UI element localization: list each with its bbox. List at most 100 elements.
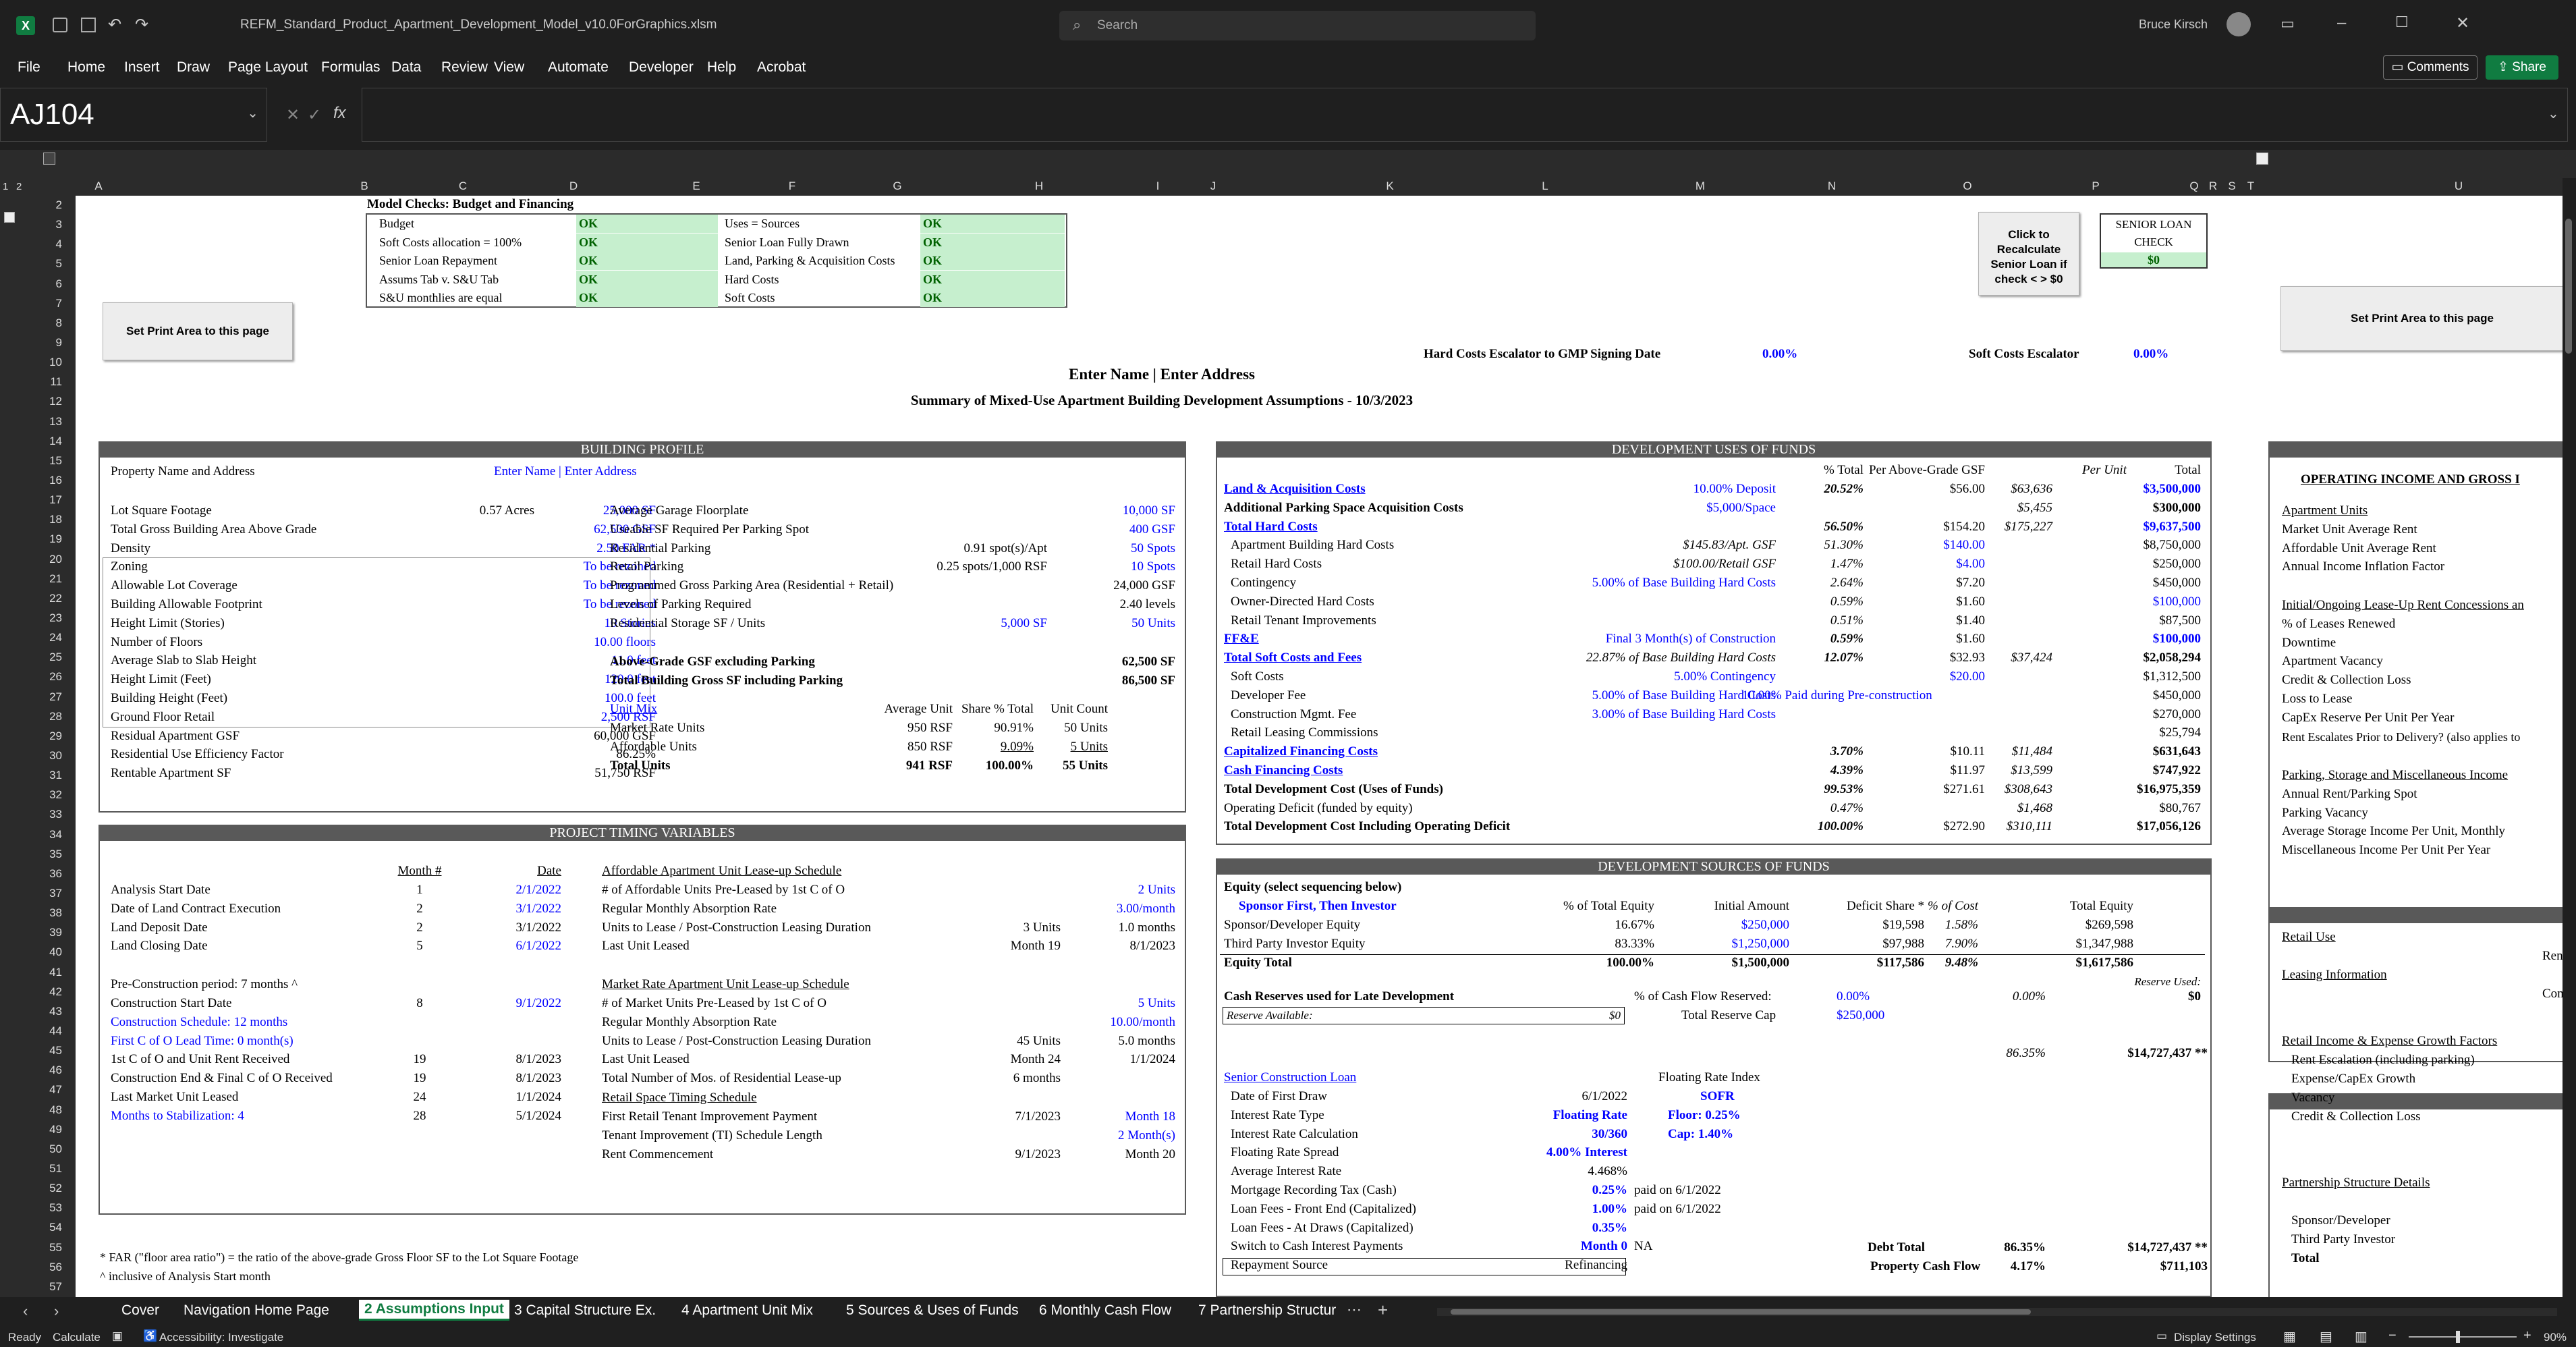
outline-level-1[interactable]: 1 — [3, 181, 8, 192]
zoom-out-icon[interactable]: − — [2388, 1328, 2397, 1344]
row-header-41[interactable]: 41 — [0, 966, 62, 979]
row-header-2[interactable]: 2 — [0, 198, 62, 212]
row-header-31[interactable]: 31 — [0, 769, 62, 782]
row-header-4[interactable]: 4 — [0, 238, 62, 251]
bp-r-value[interactable]: 50 Units — [980, 616, 1175, 631]
close-icon[interactable]: ✕ — [2456, 13, 2469, 33]
bp-r-value[interactable]: 10 Spots — [980, 559, 1175, 574]
menu-file[interactable]: File — [18, 59, 40, 76]
row-header-8[interactable]: 8 — [0, 317, 62, 330]
share-button[interactable]: ⇪ Share — [2486, 55, 2558, 80]
uses-basis[interactable]: 5.00% of Base Building Hard Costs — [1492, 688, 1776, 703]
row-header-18[interactable]: 18 — [0, 513, 62, 526]
row-header-35[interactable]: 35 — [0, 848, 62, 861]
col-header-O[interactable]: O — [1920, 180, 2015, 193]
row-header-23[interactable]: 23 — [0, 611, 62, 625]
timing-date[interactable]: 9/1/2022 — [480, 996, 561, 1011]
zoom-in-icon[interactable]: + — [2523, 1328, 2531, 1344]
uses-total[interactable]: $100,000 — [2046, 632, 2201, 647]
col-header-U[interactable]: U — [2438, 180, 2479, 193]
uses-basis[interactable]: $5,000/Space — [1492, 501, 1776, 516]
display-settings[interactable]: Display Settings — [2174, 1331, 2256, 1344]
worksheet-grid[interactable]: Model Checks: Budget and Financing Budge… — [76, 196, 2563, 1297]
page-break-icon[interactable]: ▥ — [2355, 1328, 2368, 1345]
row-header-43[interactable]: 43 — [0, 1005, 62, 1018]
maximize-icon[interactable]: ☐ — [2395, 13, 2409, 31]
row-header-24[interactable]: 24 — [0, 631, 62, 644]
redo-icon[interactable]: ↷ — [135, 15, 148, 34]
row-header-27[interactable]: 27 — [0, 690, 62, 704]
row-header-36[interactable]: 36 — [0, 867, 62, 881]
outline-collapse-button[interactable] — [43, 153, 55, 165]
bp-r-value[interactable]: 400 GSF — [980, 522, 1175, 537]
col-header-A[interactable]: A — [78, 180, 119, 193]
col-header-P[interactable]: P — [2048, 180, 2143, 193]
horizontal-scroll-thumb[interactable] — [1451, 1309, 2031, 1315]
comments-button[interactable]: ▭ Comments — [2383, 55, 2477, 80]
more-tabs-icon[interactable]: ⋯ — [1347, 1301, 1362, 1319]
col-header-S[interactable]: S — [2224, 180, 2240, 193]
row-header-14[interactable]: 14 — [0, 435, 62, 448]
bp-r-value[interactable]: 50 Spots — [980, 541, 1175, 556]
row-header-29[interactable]: 29 — [0, 730, 62, 743]
loan-value[interactable]: 0.35% — [1513, 1221, 1627, 1236]
row-header-40[interactable]: 40 — [0, 945, 62, 959]
row-header-45[interactable]: 45 — [0, 1044, 62, 1057]
enter-icon[interactable]: ✓ — [308, 105, 321, 125]
outline-minus-button[interactable] — [4, 212, 15, 223]
loan-value[interactable]: Month 0 — [1513, 1239, 1627, 1254]
outline-level-2[interactable]: 2 — [16, 181, 22, 192]
row-header-15[interactable]: 15 — [0, 454, 62, 468]
row-header-55[interactable]: 55 — [0, 1241, 62, 1255]
row-header-47[interactable]: 47 — [0, 1083, 62, 1097]
recalculate-senior-loan-button[interactable]: Click to Recalculate Senior Loan if chec… — [1978, 212, 2079, 296]
sheet-tab[interactable]: 7 Partnership Structur — [1198, 1302, 1336, 1319]
search-box[interactable]: ⌕ Search — [1059, 11, 1536, 40]
row-header-32[interactable]: 32 — [0, 788, 62, 802]
loan-value[interactable]: 0.25% — [1513, 1183, 1627, 1198]
col-header-M[interactable]: M — [1626, 180, 1774, 193]
row-header-53[interactable]: 53 — [0, 1201, 62, 1215]
menu-review[interactable]: Review — [441, 59, 488, 76]
row-header-17[interactable]: 17 — [0, 493, 62, 507]
row-header-30[interactable]: 30 — [0, 749, 62, 763]
sheet-tab[interactable]: Navigation Home Page — [184, 1302, 329, 1319]
row-header-16[interactable]: 16 — [0, 474, 62, 487]
property-name-input[interactable]: Enter Name | Enter Address — [494, 464, 637, 479]
col-header-J[interactable]: J — [1200, 180, 1227, 193]
row-header-9[interactable]: 9 — [0, 336, 62, 350]
col-header-N[interactable]: N — [1781, 180, 1882, 193]
zoom-level[interactable]: 90% — [2544, 1331, 2567, 1344]
reserves-pct[interactable]: 0.00% — [1837, 989, 1870, 1004]
row-header-6[interactable]: 6 — [0, 277, 62, 291]
row-header-21[interactable]: 21 — [0, 572, 62, 586]
aff-value[interactable]: 3.00/month — [1047, 902, 1175, 916]
row-header-28[interactable]: 28 — [0, 710, 62, 723]
uses-per-gsf[interactable]: $4.00 — [1796, 557, 1985, 572]
zoom-slider[interactable] — [2409, 1331, 2517, 1343]
row-header-26[interactable]: 26 — [0, 670, 62, 684]
col-header-T[interactable]: T — [2243, 180, 2259, 193]
col-header-K[interactable]: K — [1322, 180, 1457, 193]
sheet-tab[interactable]: 6 Monthly Cash Flow — [1039, 1302, 1171, 1319]
prev-sheet-icon[interactable]: ‹ — [23, 1302, 28, 1320]
row-header-38[interactable]: 38 — [0, 906, 62, 920]
sheet-tab[interactable]: 3 Capital Structure Ex. — [514, 1302, 656, 1319]
outline-collapse-button-right[interactable] — [2256, 153, 2268, 165]
sheet-tab[interactable]: 5 Sources & Uses of Funds — [846, 1302, 1019, 1319]
equity-sequence[interactable]: Sponsor First, Then Investor — [1239, 899, 1397, 914]
row-header-42[interactable]: 42 — [0, 985, 62, 999]
col-header-L[interactable]: L — [1491, 180, 1599, 193]
menu-home[interactable]: Home — [67, 59, 105, 76]
macro-record-icon[interactable]: ▣ — [112, 1329, 123, 1343]
col-header-C[interactable]: C — [416, 180, 510, 193]
row-header-13[interactable]: 13 — [0, 415, 62, 429]
menu-data[interactable]: Data — [391, 59, 421, 76]
row-header-44[interactable]: 44 — [0, 1024, 62, 1038]
retail-value[interactable]: 2 Month(s) — [1047, 1128, 1175, 1143]
loan-value[interactable]: 1.00% — [1513, 1202, 1627, 1217]
uses-label[interactable]: Total Hard Costs — [1224, 520, 1318, 534]
soft-escalator-value[interactable]: 0.00% — [2133, 347, 2168, 362]
insert-function-icon[interactable]: fx — [333, 104, 346, 123]
uses-label[interactable]: Cash Financing Costs — [1224, 763, 1343, 778]
